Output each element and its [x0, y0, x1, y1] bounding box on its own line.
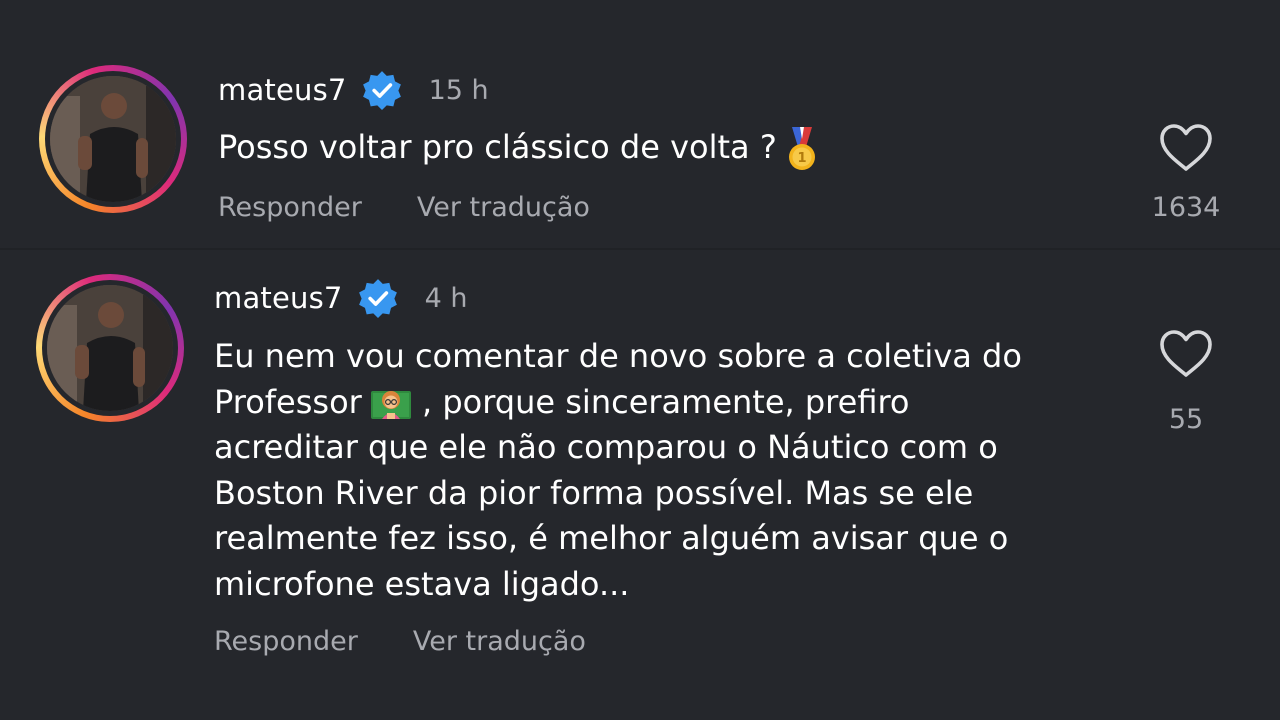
comment: mateus7 15 h Posso voltar pro clássico d…: [0, 0, 1280, 248]
comment-header: mateus7 4 h: [214, 276, 467, 320]
heart-outline-icon[interactable]: [1158, 328, 1214, 380]
heart-outline-icon[interactable]: [1158, 122, 1214, 174]
see-translation-button[interactable]: Ver tradução: [417, 192, 590, 223]
like-area: 1634: [1141, 122, 1231, 223]
reply-button[interactable]: Responder: [218, 192, 362, 223]
comment: mateus7 4 h Eu nem vou comentar de novo …: [0, 250, 1280, 720]
username[interactable]: mateus7: [218, 73, 347, 107]
avatar-story-ring[interactable]: [36, 274, 184, 422]
comment-text: Eu nem vou comentar de novo sobre a cole…: [214, 337, 1022, 603]
comment-header: mateus7 15 h: [218, 68, 489, 112]
avatar: [47, 285, 173, 411]
comment-actions: Responder Ver tradução: [218, 192, 590, 223]
comments-feed: mateus7 15 h Posso voltar pro clássico d…: [0, 0, 1280, 720]
username[interactable]: mateus7: [214, 281, 343, 315]
like-count: 55: [1168, 404, 1204, 435]
person-photo-icon: [50, 76, 176, 202]
avatar: [50, 76, 176, 202]
comment-text: Posso voltar pro clássico de volta ? 1: [218, 125, 1118, 171]
like-count: 1634: [1151, 192, 1221, 223]
verified-badge-icon: [362, 71, 401, 110]
teacher-icon: [370, 390, 411, 419]
comment-time: 4 h: [424, 282, 468, 314]
person-photo-icon: [47, 285, 173, 411]
avatar-story-ring[interactable]: [39, 65, 187, 213]
see-translation-button[interactable]: Ver tradução: [413, 626, 586, 657]
like-area: 55: [1141, 328, 1231, 435]
svg-text:1: 1: [797, 151, 806, 166]
verified-badge-icon: [358, 279, 397, 318]
comment-actions: Responder Ver tradução: [214, 626, 586, 657]
reply-button[interactable]: Responder: [214, 626, 358, 657]
medal-icon: 1: [788, 127, 815, 170]
comment-time: 15 h: [428, 74, 489, 106]
